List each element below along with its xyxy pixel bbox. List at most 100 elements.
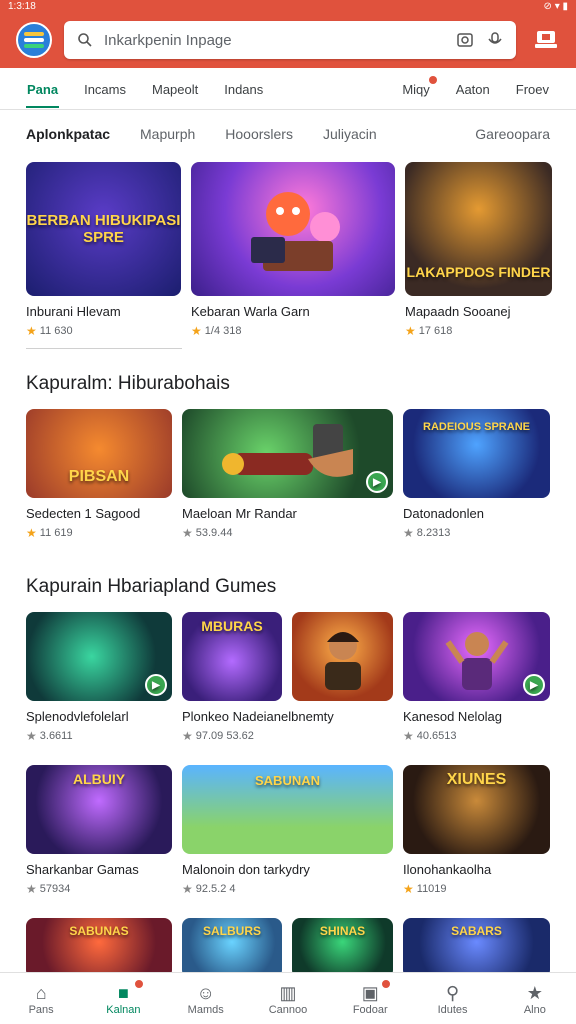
app-thumbnail[interactable] xyxy=(191,162,395,296)
app-card[interactable]: MBURAS Plonkeo Nadeianelbnemty ★ 97.09 53… xyxy=(182,612,393,743)
app-title: Mapaadn Sooanej xyxy=(405,304,511,319)
nav-pans[interactable]: ⌂ Pans xyxy=(6,982,76,1016)
app-rating: ★ 92.5.2 4 xyxy=(182,882,393,896)
app-thumbnail[interactable]: RADEIOUS SPRANE xyxy=(403,409,550,498)
person-icon: ☺ xyxy=(196,982,215,1003)
app-thumbnail[interactable]: ▶ xyxy=(403,612,550,701)
library-icon: ▣ xyxy=(361,982,379,1003)
status-bar: 1:3:18 ⊘ ▾ ▮ xyxy=(0,0,576,12)
chip-mapurph[interactable]: Mapurph xyxy=(140,126,195,142)
app-thumbnail[interactable]: PIBSAN xyxy=(26,409,172,498)
app-rating: ★ 1/4 318 xyxy=(191,324,395,338)
app-title: Splenodvlefolelarl xyxy=(26,709,129,724)
nav-kalnan[interactable]: ■ Kalnan xyxy=(88,978,158,1016)
nav-mamds[interactable]: ☺ Mamds xyxy=(171,982,241,1016)
app-card[interactable]: ▶ Kanesod Nelolag ★ 40.6513 xyxy=(403,612,550,743)
section-title: Kapurain Hbariapland Gumes xyxy=(26,576,277,597)
app-thumbnail[interactable]: LAKAPPDOS FINDER xyxy=(405,162,552,296)
app-thumbnail[interactable]: SABARS xyxy=(403,918,550,978)
chip-row: Aplonkpatac Mapurph Hooorslers Juliyacin… xyxy=(0,110,576,158)
app-thumbnail[interactable]: MBURAS xyxy=(182,612,282,701)
app-card[interactable]: Kebaran Warla Garn ★ 1/4 318 xyxy=(191,162,395,338)
tab-miqy[interactable]: Miqy xyxy=(389,70,442,108)
rating-value: 11 630 xyxy=(39,325,73,337)
app-card[interactable]: ALBUIY Sharkanbar Gamas ★ 57934 xyxy=(26,765,172,896)
tab-aaton[interactable]: Aaton xyxy=(443,70,503,108)
nav-label: Fodoar xyxy=(352,1003,388,1016)
rating-value: 53.9.44 xyxy=(195,527,233,539)
app-thumbnail[interactable]: SHINAS xyxy=(292,918,393,978)
app-thumbnail[interactable]: ▶ xyxy=(26,612,172,701)
search-input[interactable] xyxy=(104,31,446,49)
app-card[interactable]: SABUNAN Malonoin don tarkydry ★ 92.5.2 4 xyxy=(182,765,393,896)
app-thumbnail[interactable]: ▶ xyxy=(182,409,393,498)
nav-label: Pans xyxy=(28,1003,54,1016)
app-thumbnail[interactable]: SABUNAS xyxy=(26,918,172,978)
app-badge-icon: ▶ xyxy=(523,674,545,696)
star-icon: ★ xyxy=(403,729,414,743)
app-card[interactable]: ▶ Maeloan Mr Randar ★ 53.9.44 xyxy=(182,409,393,540)
app-title: Ilonohankaolha xyxy=(403,862,492,877)
app-rating: ★ 57934 xyxy=(26,882,172,896)
search-bar[interactable] xyxy=(64,21,516,59)
star-icon: ★ xyxy=(403,882,414,896)
tab-mapeolt[interactable]: Mapeolt xyxy=(139,70,211,108)
tab-froev[interactable]: Froev xyxy=(503,70,562,108)
notification-dot xyxy=(428,75,437,84)
divider xyxy=(26,348,182,349)
account-icon[interactable] xyxy=(528,22,564,58)
nav-label: Alno xyxy=(523,1003,546,1016)
app-thumbnail[interactable]: BERBAN HIBUKIPASI SPRE xyxy=(26,162,181,296)
app-thumbnail[interactable]: XIUNES xyxy=(403,765,550,854)
chip-juliyacin[interactable]: Juliyacin xyxy=(323,126,377,142)
book-icon: ▥ xyxy=(279,982,297,1003)
camera-icon[interactable] xyxy=(454,29,476,51)
app-thumbnail[interactable]: SALBURS xyxy=(182,918,282,978)
app-card[interactable]: ▶ Splenodvlefolelarl ★ 3.6611 xyxy=(26,612,172,743)
tab-miqy-label: Miqy xyxy=(402,81,430,97)
app-badge-icon: ▶ xyxy=(366,471,388,493)
nav-fodoar[interactable]: ▣ Fodoar xyxy=(335,978,405,1016)
app-card[interactable]: RADEIOUS SPRANE Datonadonlen ★ 8.2313 xyxy=(403,409,550,540)
app-rating: ★ 97.09 53.62 xyxy=(182,729,393,743)
nav-alno[interactable]: ★ Alno xyxy=(500,982,570,1016)
app-card[interactable]: LAKAPPDOS FINDER Mapaadn Sooanej ★ 17 618 xyxy=(405,162,552,338)
app-title: Sharkanbar Gamas xyxy=(26,862,139,877)
app-thumbnail[interactable]: ALBUIY xyxy=(26,765,172,854)
star-icon: ★ xyxy=(26,729,37,743)
star-icon: ★ xyxy=(403,526,414,540)
star-icon: ★ xyxy=(26,526,37,540)
tab-incams[interactable]: Incams xyxy=(71,70,139,108)
chip-aplonkpatac[interactable]: Aplonkpatac xyxy=(26,126,110,142)
app-row: SABUNAS SALBURS SHINAS SABARS xyxy=(0,918,576,978)
section-title: Kapuralm: Hiburabohais xyxy=(26,373,230,394)
app-card[interactable]: XIUNES Ilonohankaolha ★ 11019 xyxy=(403,765,550,896)
character-art-icon xyxy=(251,192,340,271)
mic-icon[interactable] xyxy=(484,29,506,51)
status-icons: ⊘ ▾ ▮ xyxy=(543,0,568,12)
app-logo-icon[interactable] xyxy=(16,22,52,58)
app-thumbnail[interactable] xyxy=(292,612,393,701)
app-card[interactable]: BERBAN HIBUKIPASI SPRE Inburani Hlevam ★… xyxy=(26,162,181,338)
tab-indans[interactable]: Indans xyxy=(211,70,276,108)
search-icon xyxy=(74,29,96,51)
app-thumbnail[interactable]: SABUNAN xyxy=(182,765,393,854)
star-icon: ★ xyxy=(182,882,193,896)
app-title: Datonadonlen xyxy=(403,506,484,521)
star-icon: ★ xyxy=(191,324,202,338)
app-rating: ★ 40.6513 xyxy=(403,729,550,743)
nav-idutes[interactable]: ⚲ Idutes xyxy=(418,982,488,1016)
home-icon: ⌂ xyxy=(35,982,47,1003)
tab-pana[interactable]: Pana xyxy=(14,70,71,108)
nav-cannoo[interactable]: ▥ Cannoo xyxy=(253,982,323,1016)
nav-label: Mamds xyxy=(187,1003,224,1016)
app-title: Kebaran Warla Garn xyxy=(191,304,310,319)
app-card[interactable]: PIBSAN Sedecten 1 Sagood ★ 11 619 xyxy=(26,409,172,540)
chip-hooorslers[interactable]: Hooorslers xyxy=(225,126,293,142)
chip-gareoopara[interactable]: Gareoopara xyxy=(475,126,550,142)
featured-row: BERBAN HIBUKIPASI SPRE Inburani Hlevam ★… xyxy=(0,162,576,338)
app-row: ▶ Splenodvlefolelarl ★ 3.6611 MBURAS Plon… xyxy=(0,612,576,743)
star-icon: ★ xyxy=(26,882,37,896)
hand-device-icon xyxy=(221,423,353,477)
rating-value: 11 619 xyxy=(39,527,73,539)
